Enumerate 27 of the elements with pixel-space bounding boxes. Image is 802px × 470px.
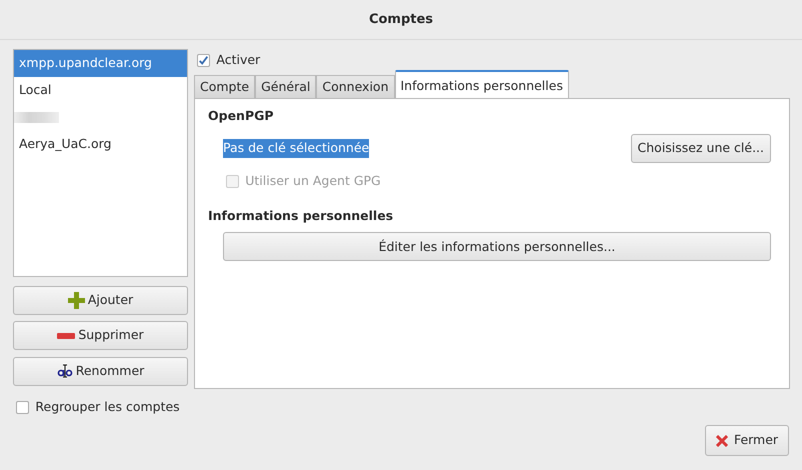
- section-heading: OpenPGP: [208, 107, 275, 126]
- key-status-text: Pas de clé sélectionnée: [223, 139, 370, 158]
- close-button[interactable]: Fermer: [705, 425, 789, 456]
- plus-icon: [68, 292, 85, 309]
- tab[interactable]: Connexion: [316, 75, 394, 98]
- account-item[interactable]: Aerya_UaC.org: [14, 131, 187, 158]
- checkbox-label: Regrouper les comptes: [35, 398, 180, 416]
- edit-personal-info-button[interactable]: Éditer les informations personnelles...: [223, 232, 771, 262]
- close-icon: [716, 434, 728, 446]
- add-account-button[interactable]: Ajouter: [13, 286, 188, 315]
- choose-key-button[interactable]: Choisissez une clé...: [630, 134, 771, 163]
- tab[interactable]: Informations personnelles: [394, 70, 569, 98]
- section-heading: Informations personnelles: [208, 206, 394, 225]
- window-title: Comptes: [368, 10, 434, 29]
- remove-account-button[interactable]: Supprimer: [13, 321, 188, 350]
- blurred-label: [14, 112, 59, 123]
- account-item[interactable]: Local: [14, 77, 187, 104]
- minus-icon: [57, 332, 76, 339]
- checkbox[interactable]: [197, 54, 210, 66]
- tab[interactable]: Compte: [194, 75, 256, 98]
- checkbox[interactable]: [16, 400, 30, 414]
- checkbox-label: Activer: [216, 50, 260, 69]
- account-item[interactable]: xmpp.upandclear.org: [14, 50, 187, 77]
- checkbox-label: Utiliser un Agent GPG: [245, 172, 381, 190]
- tab[interactable]: Général: [255, 75, 316, 98]
- text-cursor-icon: [56, 363, 73, 379]
- rename-account-button[interactable]: Renommer: [13, 356, 188, 386]
